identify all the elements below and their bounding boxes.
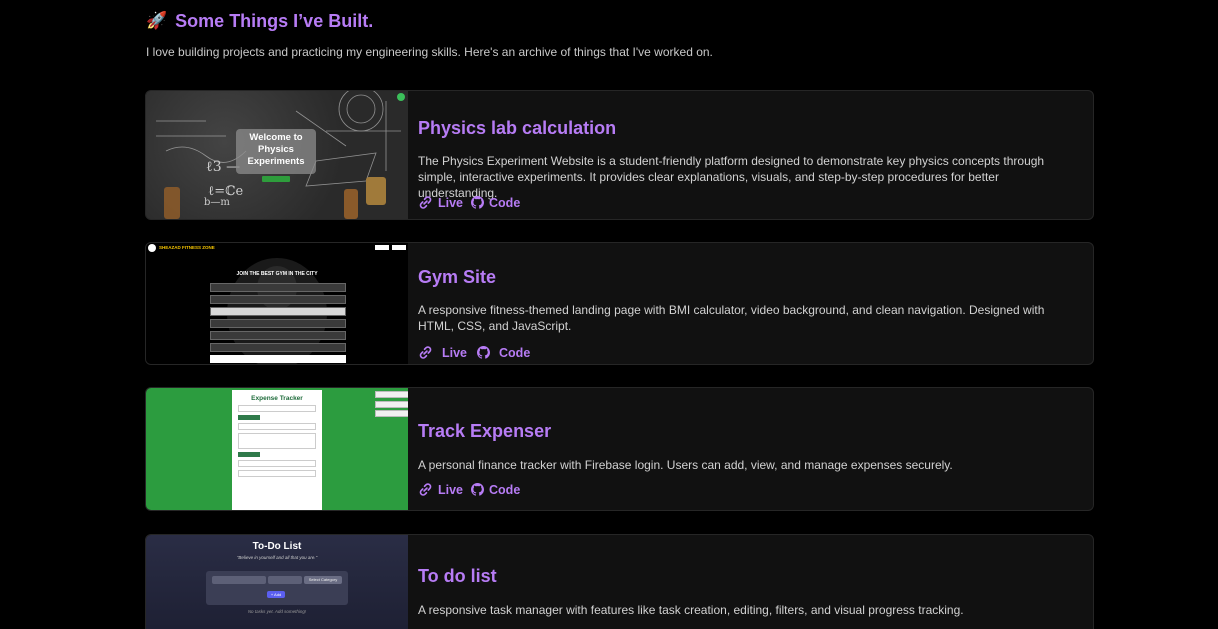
project-description: A personal finance tracker with Firebase…: [418, 458, 953, 472]
thumbnail-add: + Add: [267, 591, 285, 598]
thumbnail-headline: JOIN THE BEST GYM IN THE CITY: [236, 271, 318, 277]
project-title: Physics lab calculation: [418, 118, 617, 138]
project-card-expense: Expense Tracker Track Expenser A persona…: [145, 387, 1094, 511]
thumbnail-title: Expense Tracker: [251, 395, 303, 402]
projects-page: 🚀 Some Things I’ve Built. I love buildin…: [0, 0, 1218, 629]
rocket-icon: 🚀: [146, 11, 168, 30]
live-link[interactable]: Live: [418, 345, 467, 360]
github-icon: [471, 196, 485, 209]
github-icon: [477, 346, 491, 359]
project-title: To do list: [418, 566, 497, 586]
project-links: Live Code: [418, 482, 520, 497]
project-links: Live Code: [418, 345, 530, 360]
code-link[interactable]: Code: [477, 346, 530, 360]
section-title: Some Things I’ve Built.: [175, 10, 374, 31]
project-thumbnail: To-Do List "Believe in yourself and all …: [146, 535, 408, 629]
project-links: Live Code: [418, 195, 520, 210]
github-icon: [471, 483, 485, 496]
code-link[interactable]: Code: [471, 483, 520, 497]
project-card-todo: To-Do List "Believe in yourself and all …: [145, 534, 1094, 629]
project-card-gym: SHEAZAD FITNESS ZONE JOIN THE BEST GYM I…: [145, 242, 1094, 365]
link-icon: [419, 346, 432, 359]
link-icon: [419, 483, 432, 496]
thumbnail-brand: SHEAZAD FITNESS ZONE: [159, 245, 215, 250]
project-thumbnail: SHEAZAD FITNESS ZONE JOIN THE BEST GYM I…: [146, 243, 408, 364]
code-label: Code: [489, 482, 521, 497]
live-link[interactable]: Live: [418, 195, 463, 210]
link-icon: [419, 196, 432, 209]
code-link[interactable]: Code: [471, 196, 520, 210]
live-link[interactable]: Live: [418, 482, 463, 497]
thumbnail-welcome-text: Welcome to Physics Experiments: [236, 129, 316, 174]
section-heading: 🚀 Some Things I’ve Built.: [146, 9, 373, 33]
project-card-physics: ℓ3 — ℓ=ℂe b—m Welcome to Physics Experim…: [145, 90, 1094, 220]
project-description: The Physics Experiment Website is a stud…: [418, 154, 1045, 200]
section-subtitle: I love building projects and practicing …: [146, 45, 713, 59]
code-label: Code: [489, 195, 521, 210]
project-thumbnail: Expense Tracker: [146, 388, 408, 510]
project-description: A responsive task manager with features …: [418, 603, 964, 617]
code-label: Code: [499, 345, 531, 360]
thumbnail-quote: "Believe in yourself and all that you ar…: [236, 555, 318, 560]
live-label: Live: [442, 345, 468, 360]
project-title: Gym Site: [418, 267, 497, 287]
project-thumbnail: ℓ3 — ℓ=ℂe b—m Welcome to Physics Experim…: [146, 91, 408, 219]
thumbnail-title: To-Do List: [252, 541, 302, 552]
project-title: Track Expenser: [418, 421, 552, 441]
live-label: Live: [438, 482, 464, 497]
thumbnail-start-button: [262, 176, 290, 182]
thumbnail-empty-text: No tasks yet. Add something!: [247, 609, 307, 614]
thumbnail-category: Select Category: [304, 576, 342, 584]
project-description: A responsive fitness-themed landing page…: [418, 303, 1045, 333]
live-label: Live: [438, 195, 464, 210]
